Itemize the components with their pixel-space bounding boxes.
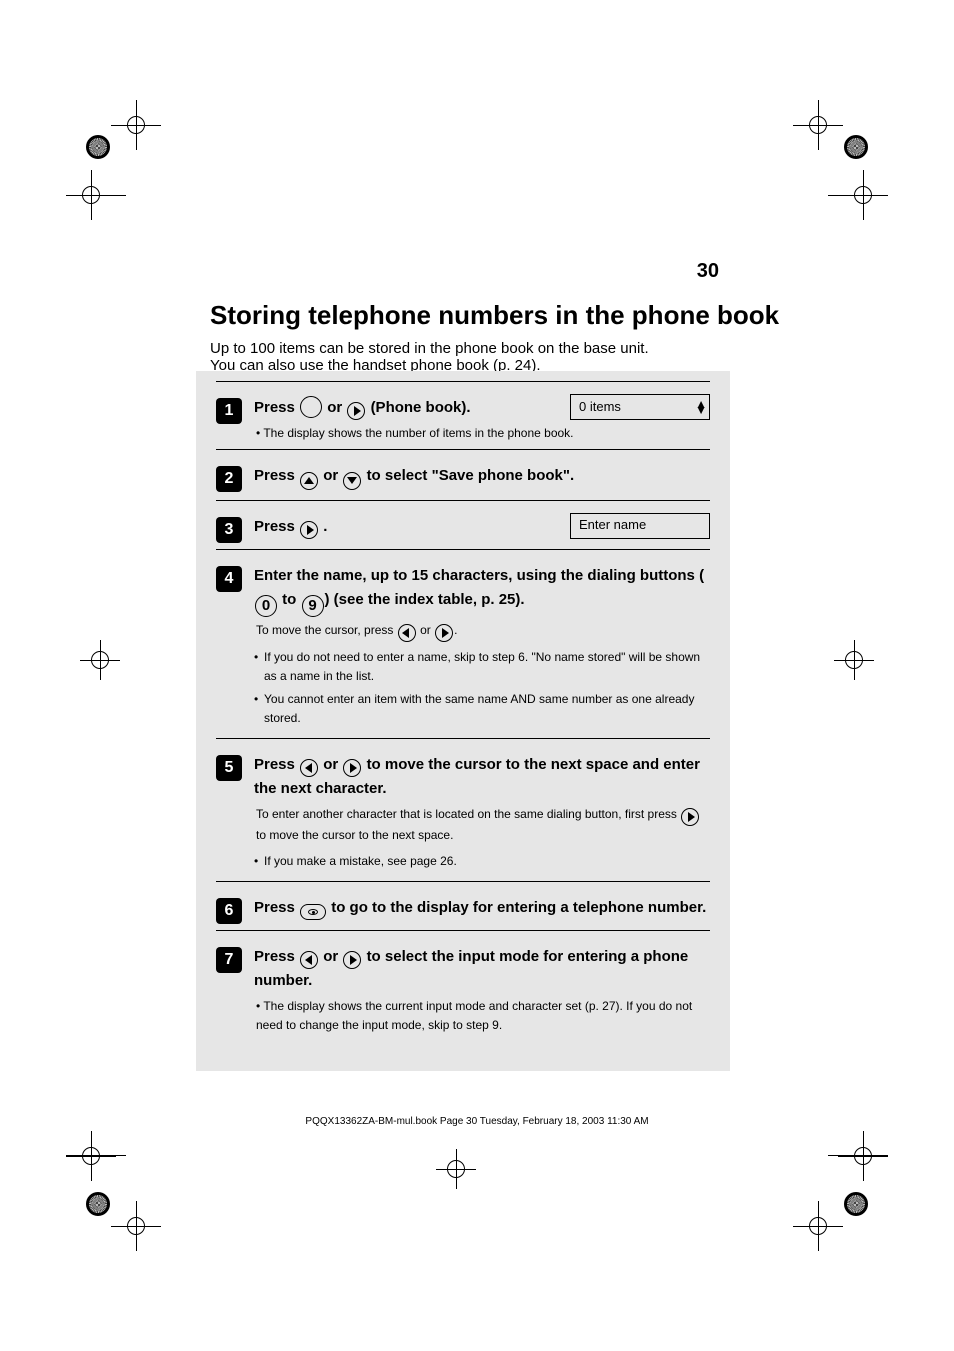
step-note: • The display shows the number of items … xyxy=(254,424,710,443)
step-bullets: If you make a mistake, see page 26. xyxy=(254,852,710,871)
step-1: 1 0 items ▲▼ Press or (Phone book). • Th… xyxy=(216,381,710,449)
crop-mark-right xyxy=(834,640,874,680)
down-arrow-icon xyxy=(343,472,361,490)
step-number: 3 xyxy=(216,517,242,543)
step-head: Enter the name, up to 15 characters, usi… xyxy=(254,564,710,617)
subtitle-line-1: Up to 100 items can be stored in the pho… xyxy=(210,340,649,357)
step-7: 7 Press or to select the input mode for … xyxy=(216,930,710,1041)
circle-button-icon xyxy=(300,396,322,418)
dial-0-icon: 0 xyxy=(255,595,277,617)
step-6: 6 Press to go to the display for enterin… xyxy=(216,881,710,930)
bullet: If you make a mistake, see page 26. xyxy=(254,852,710,871)
dial-9-icon: 9 xyxy=(302,595,324,617)
step-head: Press to go to the display for entering … xyxy=(254,896,710,920)
lcd-text: 0 items xyxy=(579,397,621,418)
left-arrow-icon xyxy=(300,951,318,969)
step-2: 2 Press or to select "Save phone book". xyxy=(216,449,710,500)
left-arrow-icon xyxy=(300,759,318,777)
lcd-text: Enter name xyxy=(579,515,646,536)
step-5: 5 Press or to move the cursor to the nex… xyxy=(216,738,710,880)
step-3: 3 Enter name Press . xyxy=(216,500,710,549)
lcd-arrows-icon: ▲▼ xyxy=(695,401,705,413)
step-number: 4 xyxy=(216,566,242,592)
right-arrow-icon xyxy=(347,402,365,420)
bullet: You cannot enter an item with the same n… xyxy=(254,690,710,728)
crop-mark-bottom xyxy=(436,1149,476,1189)
oval-button-icon xyxy=(300,904,326,920)
lcd-display: 0 items ▲▼ xyxy=(570,394,710,420)
right-arrow-icon xyxy=(343,951,361,969)
step-head: Press or to select the input mode for en… xyxy=(254,945,710,993)
step-note: • The display shows the current input mo… xyxy=(254,997,710,1035)
crop-mark-left xyxy=(80,640,120,680)
right-arrow-icon xyxy=(435,624,453,642)
page-number: 30 xyxy=(697,260,719,283)
step-number: 6 xyxy=(216,898,242,924)
step-note: To enter another character that is locat… xyxy=(254,805,710,845)
step-bullets: If you do not need to enter a name, skip… xyxy=(254,648,710,729)
up-arrow-icon xyxy=(300,472,318,490)
step-head: Press or to select "Save phone book". xyxy=(254,464,710,490)
right-arrow-icon xyxy=(300,521,318,539)
step-head: Press or to move the cursor to the next … xyxy=(254,753,710,801)
right-arrow-icon xyxy=(681,808,699,826)
subtitle: Up to 100 items can be stored in the pho… xyxy=(210,340,649,374)
step-4: 4 Enter the name, up to 15 characters, u… xyxy=(216,549,710,739)
print-footer: PQQX13362ZA-BM-mul.book Page 30 Tuesday,… xyxy=(0,1116,954,1127)
left-arrow-icon xyxy=(398,624,416,642)
step-number: 1 xyxy=(216,398,242,424)
step-note: To move the cursor, press or . xyxy=(254,621,710,642)
main-title: Storing telephone numbers in the phone b… xyxy=(210,300,779,331)
step-number: 2 xyxy=(216,466,242,492)
right-arrow-icon xyxy=(343,759,361,777)
step-number: 5 xyxy=(216,755,242,781)
lcd-display: Enter name xyxy=(570,513,710,539)
steps-panel: 1 0 items ▲▼ Press or (Phone book). • Th… xyxy=(196,371,730,1071)
step-number: 7 xyxy=(216,947,242,973)
bullet: If you do not need to enter a name, skip… xyxy=(254,648,710,686)
